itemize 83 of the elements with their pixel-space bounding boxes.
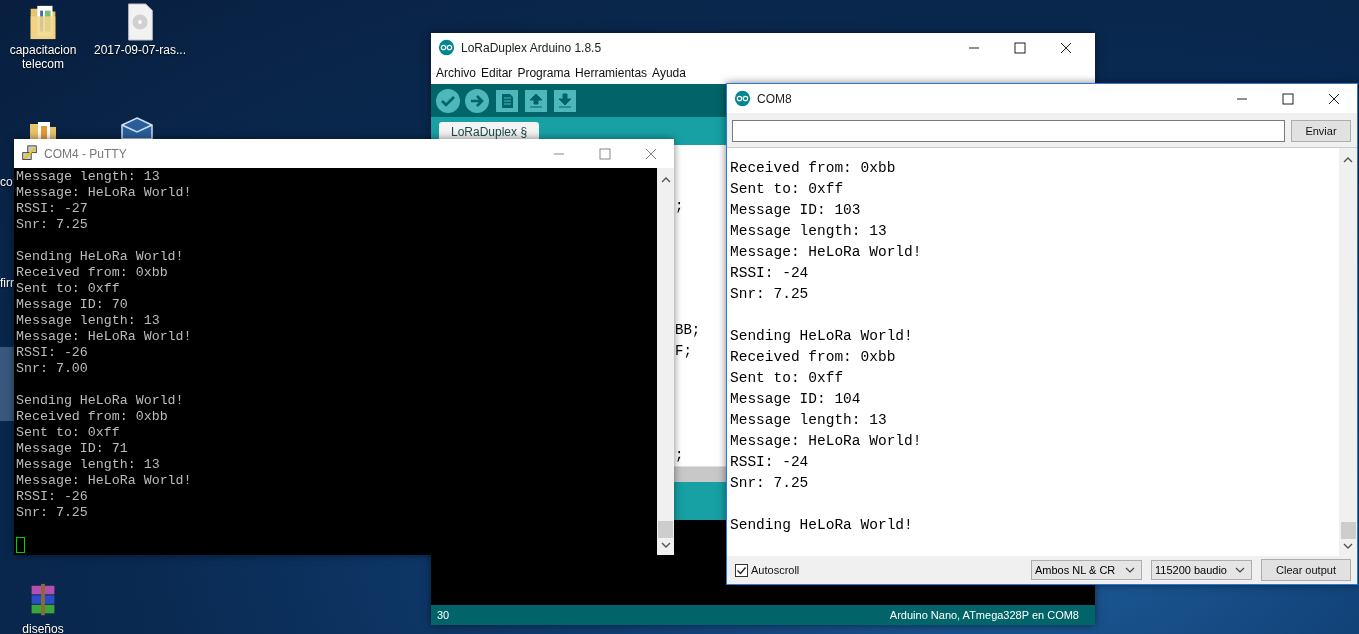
line-number: 30 [437,609,450,621]
terminal-line: Received from: 0xbb [16,265,169,281]
desktop-icon-label[interactable]: capacitacion telecom [3,43,83,71]
terminal-line: Sent to: 0xff [16,425,121,441]
code-text: BB; [675,322,701,339]
output-line: Message: HeLoRa World! [730,243,923,262]
output-line: Message ID: 103 [730,201,862,220]
output-line: RSSI: -24 [730,453,810,472]
output-line: Snr: 7.25 [730,285,810,304]
terminal-line: Received from: 0xbb [16,409,169,425]
scroll-thumb[interactable] [1340,522,1356,539]
terminal-line: Snr: 7.00 [16,361,89,377]
computers-icon [21,145,38,162]
window-title: COM4 - PuTTY [44,146,127,161]
check-icon[interactable] [436,88,460,113]
vertical-scrollbar[interactable] [1339,148,1357,556]
code-text: F; [675,343,692,360]
desktop-icon-label[interactable]: 2017-09-07-ras... [93,43,187,57]
send-button[interactable]: Enviar [1291,120,1351,142]
clear-output-button[interactable]: Clear output [1261,559,1351,581]
terminal-line: Sending HeLoRa World! [16,249,185,265]
output-line: Received from: 0xbb [730,159,897,178]
desktop-icon-label[interactable]: co [0,175,13,189]
terminal-line: Snr: 7.25 [16,217,89,233]
input-field[interactable] [732,120,1285,142]
output-line: Snr: 7.25 [730,474,810,493]
output-line: Sent to: 0xff [730,369,845,388]
terminal-line: Message ID: 71 [16,441,129,457]
board-info: Arduino Nano, ATmega328P en COM8 [889,609,1079,621]
desktop-icon-label[interactable]: diseños [22,622,64,634]
autoscroll-checkbox[interactable]: Autoscroll [735,563,800,577]
terminal-line: Sent to: 0xff [16,281,121,297]
terminal-line: Message ID: 70 [16,297,129,313]
dropdown-caret-icon[interactable] [1235,567,1245,573]
folder-icon[interactable] [28,120,58,140]
terminal-line: Message: HeLoRa World! [16,473,193,489]
output-line: Message ID: 104 [730,390,862,409]
vertical-scrollbar[interactable] [657,168,674,555]
menu-item[interactable]: Archivo [436,66,476,80]
output-line: Message length: 13 [730,411,888,430]
output-line: Message length: 13 [730,222,888,241]
checkbox-icon[interactable] [735,563,748,577]
menu-item[interactable]: Programa [517,66,571,80]
sketch-tab[interactable]: LoRaDuplex § [439,122,540,139]
down-caret-icon[interactable] [1343,543,1353,549]
menu-item[interactable]: Editar [481,66,513,80]
terminal-line: RSSI: -26 [16,345,89,361]
output-line: Message: HeLoRa World! [730,432,923,451]
up-caret-icon[interactable] [1343,157,1353,163]
scroll-thumb[interactable] [658,521,673,538]
infinity-logo-icon [438,39,455,56]
desktop-icon-label[interactable]: firr [0,276,14,290]
output-line: Sending HeLoRa World! [730,327,914,346]
terminal-line: Message length: 13 [16,313,161,329]
baud-rate-dropdown[interactable]: 115200 baudio [1151,560,1252,580]
terminal-line: Message: HeLoRa World! [16,185,193,201]
code-text: ; [675,447,684,464]
output-line: Received from: 0xbb [730,348,897,367]
menu-item[interactable]: Herramientas [575,66,648,80]
dropdown-caret-icon[interactable] [1125,567,1135,573]
window-title: LoRaDuplex Arduino 1.8.5 [461,40,602,55]
output-line: RSSI: -24 [730,264,810,283]
text-cursor [16,537,25,553]
terminal-line: Message length: 13 [16,457,161,473]
document-icon[interactable] [496,89,518,112]
code-text: ; [675,197,684,214]
down-caret-icon[interactable] [660,542,671,548]
cube-icon[interactable] [120,117,154,139]
line-ending-dropdown[interactable]: Ambos NL & CR [1031,560,1142,580]
up-caret-icon[interactable] [660,177,671,183]
folder-icon[interactable] [28,3,58,41]
terminal-line: RSSI: -26 [16,489,89,505]
disc-file-icon[interactable] [125,3,155,41]
menu-item[interactable]: Ayuda [652,66,686,80]
output-line: Sent to: 0xff [730,180,845,199]
terminal-line: Message: HeLoRa World! [16,329,193,345]
output-line: Sending HeLoRa World! [730,516,914,535]
window-title: COM8 [757,91,792,106]
terminal-line: Snr: 7.25 [16,505,89,521]
terminal-line: RSSI: -27 [16,201,89,217]
terminal-line: Message length: 13 [16,169,161,185]
terminal-line: Sending HeLoRa World! [16,393,185,409]
infinity-logo-icon [734,90,751,107]
